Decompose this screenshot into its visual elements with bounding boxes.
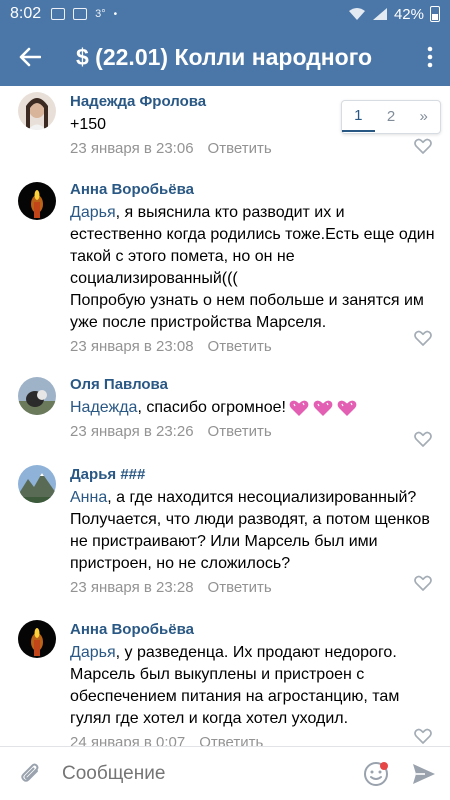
comment-item: Анна Воробьёва Дарья, я выяснила кто раз…: [0, 176, 450, 366]
send-button[interactable]: [398, 747, 450, 800]
status-time: 8:02: [10, 5, 42, 22]
paperclip-icon: [21, 763, 39, 782]
sparkling-heart-icon: [313, 400, 333, 416]
mention-link[interactable]: Анна: [70, 489, 107, 506]
comment-author[interactable]: Оля Павлова: [70, 375, 440, 395]
status-bar: 8:02 3° • 42%: [0, 0, 450, 28]
next-page-button[interactable]: »: [407, 101, 440, 133]
smile-icon: [364, 761, 388, 786]
sparkling-heart-icon: [337, 400, 357, 416]
attach-button[interactable]: [0, 747, 62, 800]
gallery-notification-icon: [73, 8, 88, 20]
heart-icon[interactable]: [414, 138, 432, 154]
message-input[interactable]: [62, 762, 354, 785]
page-2-button[interactable]: 2: [375, 101, 408, 133]
image-notification-icon: [51, 8, 66, 20]
comment-time: 23 января в 23:08: [70, 338, 194, 355]
battery-percent: 42%: [393, 5, 424, 23]
comment-item: Дарья ### Анна, а где находится несоциал…: [0, 461, 450, 601]
message-composer: [0, 746, 450, 800]
comment-item: Оля Павлова Надежда, спасибо огромное! 2…: [0, 371, 450, 456]
heart-icon[interactable]: [414, 431, 432, 447]
reply-button[interactable]: Ответить: [208, 139, 272, 159]
page-1-button[interactable]: 1: [342, 102, 375, 132]
mention-link[interactable]: Дарья: [70, 644, 116, 661]
comments-list[interactable]: Надежда Фролова +150 23 января в 23:06 О…: [0, 86, 450, 746]
battery-icon: [430, 6, 440, 22]
heart-icon[interactable]: [414, 728, 432, 744]
reply-button[interactable]: Ответить: [199, 733, 263, 746]
reply-button[interactable]: Ответить: [208, 422, 272, 442]
comment-author[interactable]: Дарья ###: [70, 465, 440, 485]
comment-text: Анна, а где находится несоциализированны…: [70, 489, 430, 572]
comment-time: 23 января в 23:26: [70, 423, 194, 440]
mention-link[interactable]: Надежда: [70, 399, 137, 416]
weather-temperature: 3°: [95, 8, 106, 20]
comment-time: 24 января в 0:07: [70, 734, 186, 746]
comment-author[interactable]: Анна Воробьёва: [70, 620, 440, 640]
comment-author[interactable]: Анна Воробьёва: [70, 180, 440, 200]
avatar[interactable]: [18, 92, 56, 130]
dot-icon: •: [113, 8, 118, 20]
comment-text: Дарья, я выяснила кто разводит их и есте…: [70, 204, 435, 331]
mention-link[interactable]: Дарья: [70, 204, 116, 221]
sparkling-heart-icon: [289, 400, 309, 416]
comment-text: Дарья, у разведенца. Их продают недорого…: [70, 644, 400, 727]
avatar[interactable]: [18, 465, 56, 503]
more-options-button[interactable]: [410, 28, 450, 86]
avatar[interactable]: [18, 377, 56, 415]
comment-text: Надежда, спасибо огромное!: [70, 397, 440, 419]
heart-icon[interactable]: [414, 330, 432, 346]
page-title: $ (22.01) Колли народного: [76, 43, 373, 70]
wifi-icon: [348, 8, 365, 20]
reply-button[interactable]: Ответить: [208, 337, 272, 357]
signal-icon: [372, 8, 387, 20]
comment-item: Анна Воробьёва Дарья, у разведенца. Их п…: [0, 616, 450, 746]
heart-icon[interactable]: [414, 575, 432, 591]
more-vertical-icon: [427, 46, 433, 68]
comment-time: 23 января в 23:06: [70, 140, 194, 157]
avatar[interactable]: [18, 620, 56, 658]
emoji-button[interactable]: [354, 747, 398, 800]
page-switcher: 1 2 »: [341, 100, 441, 134]
top-app-bar: $ (22.01) Колли народного: [0, 28, 450, 86]
send-arrow-icon: [413, 763, 435, 784]
arrow-back-icon: [19, 47, 41, 67]
reply-button[interactable]: Ответить: [208, 578, 272, 598]
comment-time: 23 января в 23:28: [70, 579, 194, 596]
back-button[interactable]: [0, 28, 60, 86]
avatar[interactable]: [18, 182, 56, 220]
